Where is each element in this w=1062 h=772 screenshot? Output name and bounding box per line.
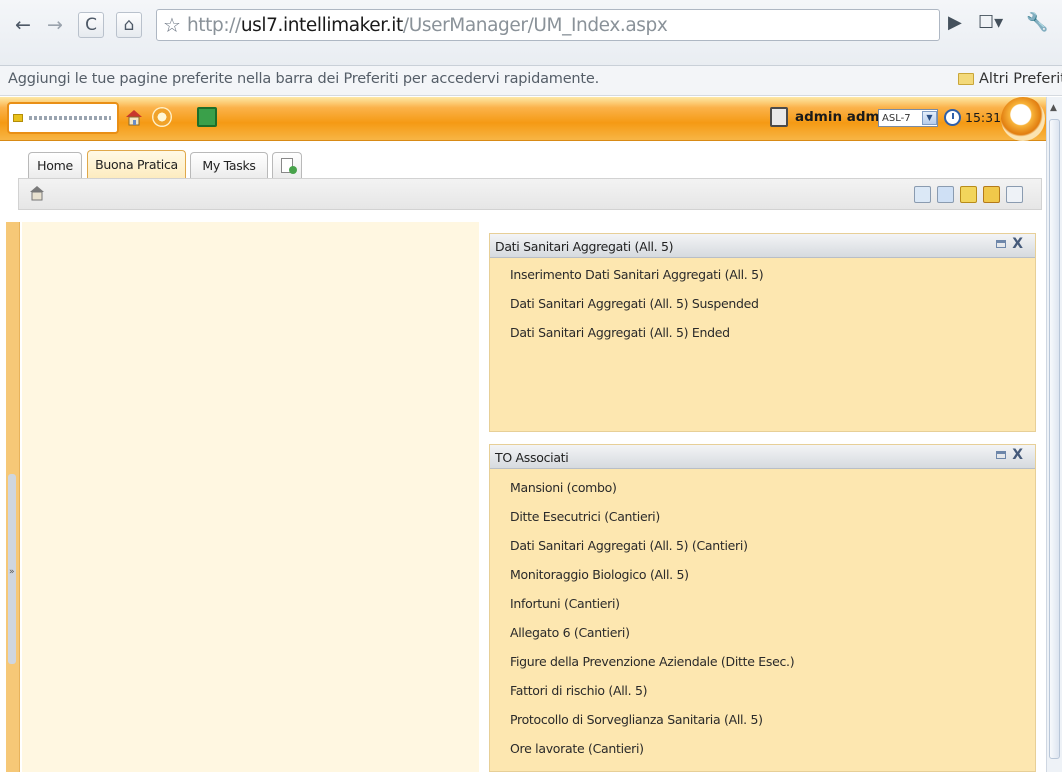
tab-my-tasks[interactable]: My Tasks bbox=[190, 152, 268, 178]
back-arrow-icon[interactable]: ← bbox=[12, 12, 34, 38]
close-icon[interactable]: X bbox=[1012, 447, 1023, 463]
other-bookmarks-button[interactable]: Altri Preferiti bbox=[958, 71, 1062, 87]
list-item[interactable]: Figure della Prevenzione Aziendale (Ditt… bbox=[490, 647, 1035, 676]
list-item[interactable]: Inserimento Dati Sanitari Aggregati (All… bbox=[490, 260, 1035, 289]
tabs-area: Home Buona Pratica My Tasks bbox=[0, 142, 1046, 210]
url-text: http://usl7.intellimaker.it/UserManager/… bbox=[186, 14, 668, 36]
list-item[interactable]: Monitoraggio Biologico (All. 5) bbox=[490, 560, 1035, 589]
refresh-icon[interactable] bbox=[152, 107, 172, 127]
folder-icon bbox=[958, 73, 974, 85]
page-menu-icon[interactable]: ☐▾ bbox=[978, 12, 1003, 33]
settings-doc-icon[interactable] bbox=[1006, 186, 1023, 203]
list-item[interactable]: Allegato 6 (Cantieri) bbox=[490, 618, 1035, 647]
chevron-down-icon[interactable]: ▼ bbox=[922, 111, 937, 125]
bookmarks-message: Aggiungi le tue pagine preferite nella b… bbox=[8, 71, 600, 87]
wrench-icon[interactable]: 🔧 bbox=[1026, 12, 1048, 33]
browser-toolbar: ← → C ⌂ ☆ http://usl7.intellimaker.it/Us… bbox=[0, 0, 1062, 66]
scroll-up-icon[interactable]: ▲ bbox=[1050, 103, 1057, 113]
portlet-to-associati: TO Associati X Mansioni (combo) Ditte Es… bbox=[489, 444, 1036, 772]
bookmarks-bar: Aggiungi le tue pagine preferite nella b… bbox=[0, 66, 1062, 96]
list-item[interactable]: Mansioni (combo) bbox=[490, 473, 1035, 502]
expand-icon[interactable]: » bbox=[9, 567, 15, 577]
address-bar[interactable]: ☆ http://usl7.intellimaker.it/UserManage… bbox=[156, 9, 940, 41]
scrollbar-thumb[interactable] bbox=[1049, 119, 1060, 759]
app-header: admin admin ASL-7 ▼ 15:31 bbox=[0, 97, 1046, 141]
other-bookmarks-label: Altri Preferiti bbox=[979, 71, 1062, 87]
notebook-icon[interactable] bbox=[197, 107, 217, 127]
logo-mark-icon bbox=[13, 114, 23, 122]
list-item[interactable]: Dati Sanitari Aggregati (All. 5) Ended bbox=[490, 318, 1035, 347]
list-item[interactable]: Ore lavorate (Cantieri) bbox=[490, 734, 1035, 763]
asl-select-value: ASL-7 bbox=[882, 112, 911, 124]
home-small-icon[interactable] bbox=[29, 184, 45, 201]
home-icon[interactable]: ⌂ bbox=[116, 12, 142, 38]
tab-home[interactable]: Home bbox=[28, 152, 82, 178]
clock-icon bbox=[944, 109, 961, 126]
list-item[interactable]: Protocollo di Sorveglianza Sanitaria (Al… bbox=[490, 705, 1035, 734]
main-content: » Dati Sanitari Aggregati (All. 5) X Ins… bbox=[0, 222, 1046, 772]
app-orb-icon[interactable] bbox=[1001, 97, 1045, 141]
export-icon[interactable] bbox=[983, 186, 1000, 203]
tool-icons bbox=[914, 186, 1023, 203]
minimize-icon[interactable] bbox=[996, 451, 1007, 459]
portlet-title: Dati Sanitari Aggregati (All. 5) bbox=[495, 239, 674, 254]
forward-arrow-icon[interactable]: → bbox=[44, 12, 66, 38]
portlet-header: TO Associati X bbox=[490, 445, 1035, 469]
plus-icon bbox=[289, 166, 297, 174]
minimize-icon[interactable] bbox=[996, 240, 1007, 248]
logo-wordmark bbox=[29, 116, 111, 120]
star-icon[interactable]: ☆ bbox=[163, 13, 181, 37]
tab-toolbar bbox=[18, 178, 1042, 210]
list-item[interactable]: Ditte Esecutrici (Cantieri) bbox=[490, 502, 1035, 531]
logout-icon[interactable] bbox=[770, 107, 788, 127]
page-scrollbar[interactable]: ▲ bbox=[1046, 97, 1062, 772]
left-column bbox=[22, 222, 479, 772]
portlet-header: Dati Sanitari Aggregati (All. 5) X bbox=[490, 234, 1035, 258]
list-item[interactable]: Fattori di rischio (All. 5) bbox=[490, 676, 1035, 705]
play-icon[interactable]: ▶ bbox=[948, 12, 962, 33]
portlet-dati-sanitari: Dati Sanitari Aggregati (All. 5) X Inser… bbox=[489, 233, 1036, 432]
logo[interactable] bbox=[7, 102, 119, 134]
list-item[interactable]: Dati Sanitari Aggregati (All. 5) (Cantie… bbox=[490, 531, 1035, 560]
list-view-icon[interactable] bbox=[914, 186, 931, 203]
clock-time: 15:31 bbox=[965, 110, 1002, 125]
close-icon[interactable]: X bbox=[1012, 236, 1023, 252]
list-item[interactable]: Infortuni (Cantieri) bbox=[490, 589, 1035, 618]
workflow-icon[interactable] bbox=[937, 186, 954, 203]
home-icon[interactable] bbox=[124, 107, 144, 127]
tab-buona-pratica[interactable]: Buona Pratica bbox=[87, 150, 186, 178]
edit-chart-icon[interactable] bbox=[960, 186, 977, 203]
asl-select[interactable]: ASL-7 ▼ bbox=[878, 109, 938, 127]
list-item[interactable]: Dati Sanitari Aggregati (All. 5) Suspend… bbox=[490, 289, 1035, 318]
add-tab-button[interactable] bbox=[272, 152, 302, 178]
reload-icon[interactable]: C bbox=[78, 12, 104, 38]
portlet-title: TO Associati bbox=[495, 450, 569, 465]
